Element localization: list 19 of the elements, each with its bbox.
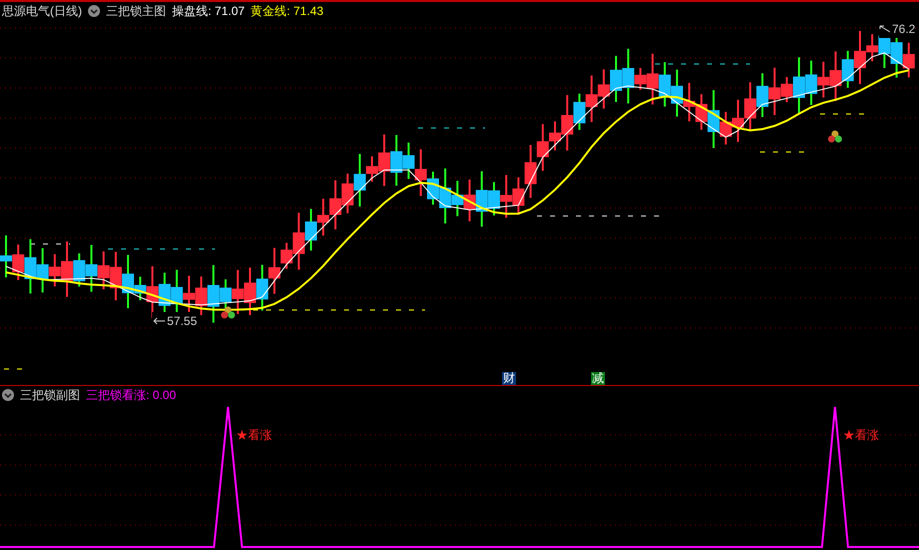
arrow-icon bbox=[152, 317, 166, 325]
dropdown-icon[interactable] bbox=[2, 388, 14, 400]
signal-dots-icon bbox=[221, 306, 235, 318]
dashed-level-line bbox=[4, 368, 24, 370]
signal-dots-icon bbox=[828, 130, 842, 142]
low-price-label: 57.55 bbox=[167, 313, 198, 330]
event-marker[interactable]: 财 bbox=[502, 372, 516, 385]
event-marker[interactable]: 减 bbox=[591, 372, 605, 385]
signal-label: ★看涨 bbox=[236, 427, 272, 444]
indicator-value: 操盘线: 71.07 bbox=[172, 3, 245, 20]
signal-label: ★看涨 bbox=[843, 427, 879, 444]
sub-indicator-name: 三把锁副图 bbox=[20, 386, 80, 404]
dropdown-icon[interactable] bbox=[88, 5, 100, 17]
stock-title: 思源电气(日线) bbox=[2, 3, 82, 20]
indicator-name: 三把锁主图 bbox=[106, 3, 166, 20]
high-price-label: 76.2 bbox=[892, 21, 916, 38]
sub-indicator-value: 三把锁看涨: 0.00 bbox=[86, 386, 176, 404]
arrow-icon bbox=[879, 25, 891, 33]
indicator-value: 黄金线: 71.43 bbox=[250, 3, 324, 20]
